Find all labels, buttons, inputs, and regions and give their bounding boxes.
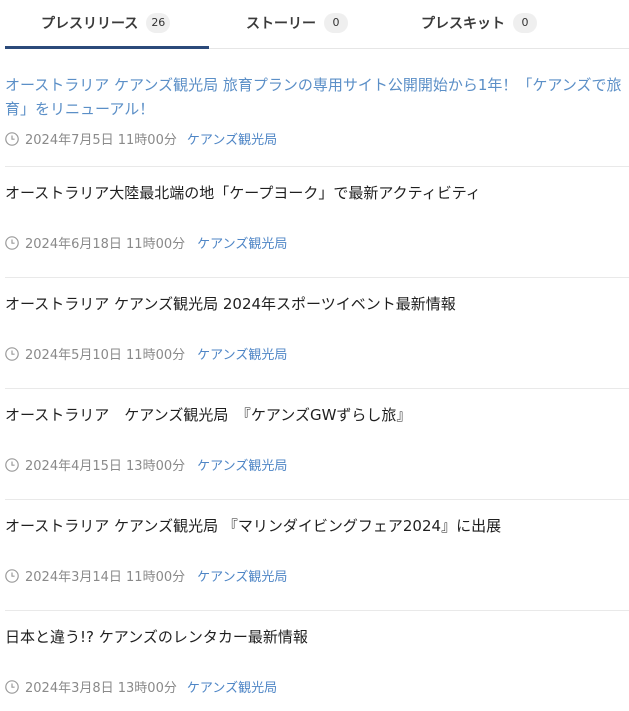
tab-label: プレスキット — [421, 16, 505, 32]
list-item[interactable]: オーストラリア ケアンズ観光局 2024年スポーツイベント最新情報 2024年5… — [5, 278, 629, 389]
tab-count-badge: 26 — [146, 13, 171, 33]
tab-bar: プレスリリース 26 ストーリー 0 プレスキット 0 — [5, 0, 629, 49]
list-item[interactable]: オーストラリア ケアンズ観光局 『ケアンズGWずらし旅』 2024年4月15日 … — [5, 389, 629, 500]
company-link[interactable]: ケアンズ観光局 — [197, 566, 287, 585]
tab-story[interactable]: ストーリー 0 — [246, 0, 348, 46]
press-release-list: オーストラリア ケアンズ観光局 旅育プランの専用サイト公開開始から1年！「ケアン… — [0, 49, 629, 711]
item-meta: 2024年6月18日 11時00分 ケアンズ観光局 — [5, 233, 287, 252]
list-item[interactable]: オーストラリア ケアンズ観光局 旅育プランの専用サイト公開開始から1年！「ケアン… — [5, 49, 629, 167]
item-meta: 2024年3月8日 13時00分 ケアンズ観光局 — [5, 677, 277, 696]
company-link[interactable]: ケアンズ観光局 — [187, 677, 277, 696]
press-release-title[interactable]: オーストラリア ケアンズ観光局 2024年スポーツイベント最新情報 — [5, 292, 629, 316]
publish-date: 2024年5月10日 11時00分 — [25, 348, 186, 363]
clock-icon — [5, 568, 19, 583]
press-release-title[interactable]: オーストラリア大陸最北端の地「ケープヨーク」で最新アクティビティ — [5, 181, 629, 205]
list-item[interactable]: オーストラリア大陸最北端の地「ケープヨーク」で最新アクティビティ 2024年6月… — [5, 167, 629, 278]
publish-date: 2024年7月5日 11時00分 — [25, 133, 177, 148]
tab-press-kit[interactable]: プレスキット 0 — [421, 0, 537, 46]
item-meta: 2024年4月15日 13時00分 ケアンズ観光局 — [5, 455, 287, 474]
tab-count-badge: 0 — [324, 13, 348, 33]
item-meta: 2024年5月10日 11時00分 ケアンズ観光局 — [5, 344, 287, 363]
press-release-title[interactable]: オーストラリア ケアンズ観光局 旅育プランの専用サイト公開開始から1年！「ケアン… — [5, 73, 629, 121]
publish-date: 2024年4月15日 13時00分 — [25, 459, 186, 474]
company-link[interactable]: ケアンズ観光局 — [197, 233, 287, 252]
clock-icon — [5, 457, 19, 472]
tab-label: ストーリー — [246, 16, 316, 32]
item-meta: 2024年7月5日 11時00分 ケアンズ観光局 — [5, 129, 277, 148]
clock-icon — [5, 679, 19, 694]
clock-icon — [5, 131, 19, 146]
company-link[interactable]: ケアンズ観光局 — [197, 455, 287, 474]
list-item[interactable]: 日本と違う!? ケアンズのレンタカー最新情報 2024年3月8日 13時00分 … — [5, 611, 629, 711]
item-meta: 2024年3月14日 11時00分 ケアンズ観光局 — [5, 566, 287, 585]
clock-icon — [5, 346, 19, 361]
press-release-title[interactable]: オーストラリア ケアンズ観光局 『マリンダイビングフェア2024』に出展 — [5, 514, 629, 538]
company-link[interactable]: ケアンズ観光局 — [187, 129, 277, 148]
clock-icon — [5, 235, 19, 250]
publish-date: 2024年3月14日 11時00分 — [25, 570, 186, 585]
tab-count-badge: 0 — [513, 13, 537, 33]
tab-label: プレスリリース — [41, 16, 139, 32]
publish-date: 2024年3月8日 13時00分 — [25, 681, 177, 696]
publish-date: 2024年6月18日 11時00分 — [25, 237, 186, 252]
press-release-title[interactable]: 日本と違う!? ケアンズのレンタカー最新情報 — [5, 625, 629, 649]
list-item[interactable]: オーストラリア ケアンズ観光局 『マリンダイビングフェア2024』に出展 202… — [5, 500, 629, 611]
press-release-title[interactable]: オーストラリア ケアンズ観光局 『ケアンズGWずらし旅』 — [5, 403, 629, 427]
company-link[interactable]: ケアンズ観光局 — [197, 344, 287, 363]
tab-press-release[interactable]: プレスリリース 26 — [41, 0, 171, 46]
